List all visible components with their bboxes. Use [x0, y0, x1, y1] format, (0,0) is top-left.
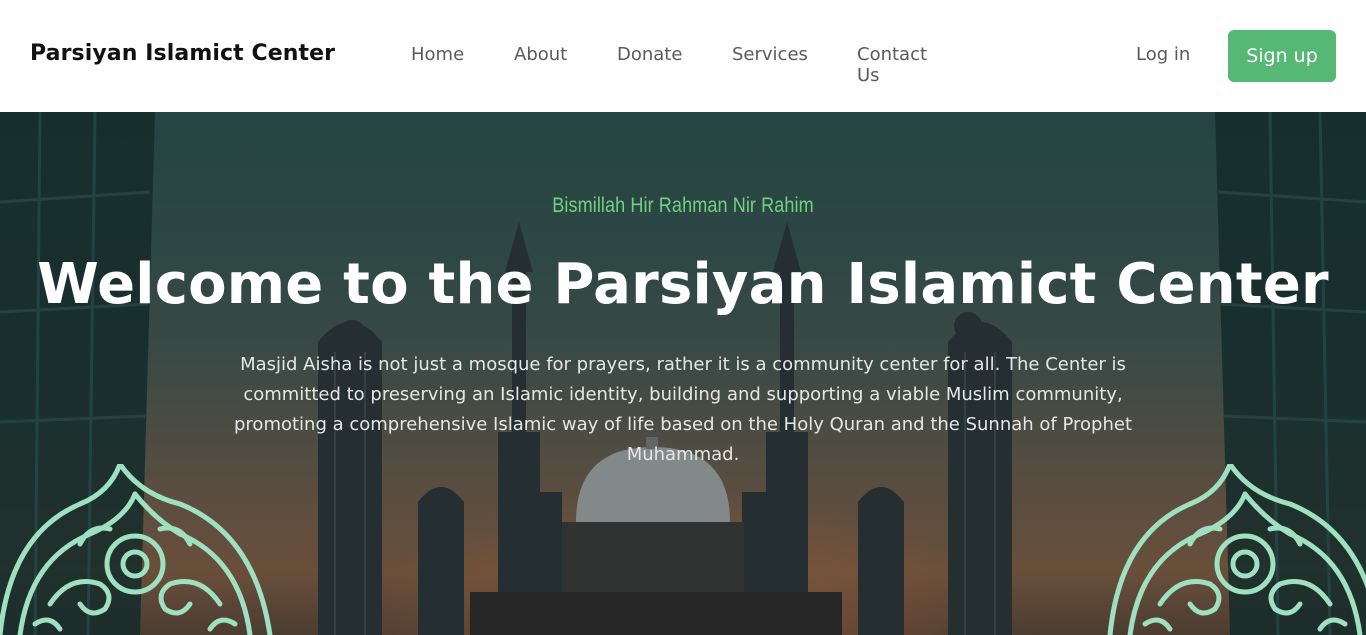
nav-home[interactable]: Home	[411, 44, 464, 65]
hero-tagline: Bismillah Hir Rahman Nir Rahim	[552, 194, 814, 217]
nav-services[interactable]: Services	[732, 44, 808, 65]
brand-logo-text[interactable]: Parsiyan Islamict Center	[30, 41, 335, 66]
site-header: Parsiyan Islamict Center Home About Dona…	[0, 0, 1366, 112]
hero-description: Masjid Aisha is not just a mosque for pr…	[234, 354, 1132, 465]
nav-about[interactable]: About	[514, 44, 567, 65]
nav-contact-us[interactable]: Contact Us	[857, 44, 927, 86]
login-link[interactable]: Log in	[1136, 44, 1190, 65]
nav-donate[interactable]: Donate	[617, 44, 682, 65]
arabesque-ornament-right-icon	[1107, 464, 1366, 635]
hero-section: Bismillah Hir Rahman Nir Rahim Welcome t…	[0, 112, 1366, 635]
arabesque-ornament-left-icon	[0, 464, 273, 635]
hero-title: Welcome to the Parsiyan Islamict Center	[37, 252, 1329, 317]
signup-button[interactable]: Sign up	[1228, 30, 1336, 82]
